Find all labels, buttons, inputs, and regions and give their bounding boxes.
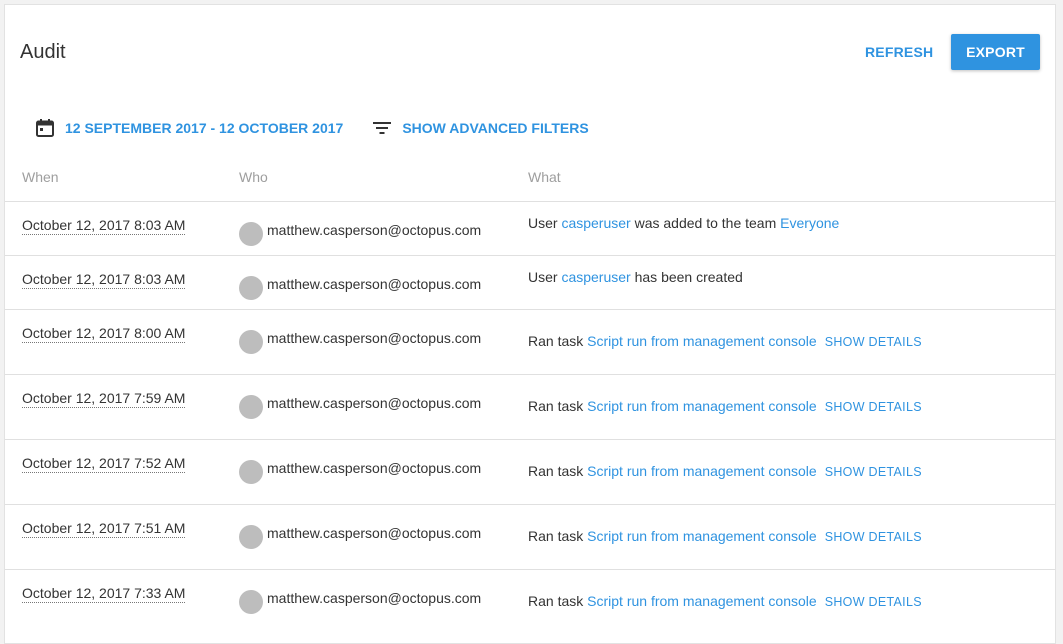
column-header-what: What <box>528 169 561 185</box>
user-email: matthew.casperson@octopus.com <box>267 525 482 541</box>
calendar-icon <box>34 117 56 139</box>
event-middle: has been created <box>630 269 743 285</box>
event-time[interactable]: October 12, 2017 7:59 AM <box>22 389 186 408</box>
advanced-filters-toggle[interactable]: SHOW ADVANCED FILTERS <box>371 117 589 139</box>
filter-list-icon <box>371 117 393 139</box>
user-email: matthew.casperson@octopus.com <box>267 395 482 411</box>
event-user: matthew.casperson@octopus.com <box>239 214 481 246</box>
event-prefix: Ran task <box>528 398 588 414</box>
audit-table: October 12, 2017 8:03 AM matthew.caspers… <box>5 201 1055 634</box>
event-description: Ran task Script run from management cons… <box>528 591 922 612</box>
table-row: October 12, 2017 7:33 AM matthew.caspers… <box>5 569 1055 634</box>
event-time[interactable]: October 12, 2017 7:51 AM <box>22 519 186 538</box>
table-row: October 12, 2017 8:03 AM matthew.caspers… <box>5 201 1055 255</box>
avatar <box>239 590 263 614</box>
show-details-button[interactable]: SHOW DETAILS <box>825 530 922 544</box>
audit-card: Audit REFRESH EXPORT 12 SEPTEMBER 2017 -… <box>4 4 1056 644</box>
event-user: matthew.casperson@octopus.com <box>239 387 481 419</box>
event-user: matthew.casperson@octopus.com <box>239 452 481 484</box>
column-header-when: When <box>22 169 59 185</box>
event-description: Ran task Script run from management cons… <box>528 526 922 547</box>
user-link[interactable]: casperuser <box>561 215 630 231</box>
user-email: matthew.casperson@octopus.com <box>267 460 482 476</box>
date-range-label: 12 SEPTEMBER 2017 - 12 OCTOBER 2017 <box>65 120 344 136</box>
event-description: Ran task Script run from management cons… <box>528 331 922 352</box>
table-row: October 12, 2017 8:00 AM matthew.caspers… <box>5 309 1055 374</box>
page-title: Audit <box>20 41 66 63</box>
show-details-button[interactable]: SHOW DETAILS <box>825 595 922 609</box>
event-user: matthew.casperson@octopus.com <box>239 268 481 300</box>
event-time[interactable]: October 12, 2017 7:33 AM <box>22 584 186 603</box>
date-range-picker[interactable]: 12 SEPTEMBER 2017 - 12 OCTOBER 2017 <box>34 117 343 139</box>
avatar <box>239 276 263 300</box>
event-prefix: User <box>528 215 562 231</box>
event-description: User casperuser has been created <box>528 267 743 287</box>
event-middle: was added to the team <box>630 215 781 231</box>
show-details-button[interactable]: SHOW DETAILS <box>825 335 922 349</box>
user-email: matthew.casperson@octopus.com <box>267 590 482 606</box>
event-time[interactable]: October 12, 2017 8:00 AM <box>22 324 186 343</box>
avatar <box>239 395 263 419</box>
event-prefix: Ran task <box>528 593 588 609</box>
event-user: matthew.casperson@octopus.com <box>239 322 481 354</box>
event-description: User casperuser was added to the team Ev… <box>528 213 839 233</box>
team-link[interactable]: Everyone <box>780 215 839 231</box>
event-prefix: Ran task <box>528 528 588 544</box>
event-user: matthew.casperson@octopus.com <box>239 517 481 549</box>
table-row: October 12, 2017 7:52 AM matthew.caspers… <box>5 439 1055 504</box>
event-time[interactable]: October 12, 2017 8:03 AM <box>22 216 186 235</box>
event-time[interactable]: October 12, 2017 7:52 AM <box>22 454 186 473</box>
task-link[interactable]: Script run from management console <box>587 593 817 609</box>
event-time[interactable]: October 12, 2017 8:03 AM <box>22 270 186 289</box>
avatar <box>239 525 263 549</box>
export-button[interactable]: EXPORT <box>951 34 1040 70</box>
user-link[interactable]: casperuser <box>561 269 630 285</box>
event-description: Ran task Script run from management cons… <box>528 396 922 417</box>
show-details-button[interactable]: SHOW DETAILS <box>825 400 922 414</box>
filter-bar: 12 SEPTEMBER 2017 - 12 OCTOBER 2017 SHOW… <box>34 116 589 140</box>
task-link[interactable]: Script run from management console <box>587 333 817 349</box>
avatar <box>239 460 263 484</box>
table-row: October 12, 2017 7:59 AM matthew.caspers… <box>5 374 1055 439</box>
event-prefix: Ran task <box>528 463 588 479</box>
advanced-filters-label: SHOW ADVANCED FILTERS <box>402 120 589 136</box>
task-link[interactable]: Script run from management console <box>587 528 817 544</box>
event-prefix: User <box>528 269 562 285</box>
refresh-button[interactable]: REFRESH <box>865 40 933 64</box>
user-email: matthew.casperson@octopus.com <box>267 222 482 238</box>
column-header-who: Who <box>239 169 268 185</box>
event-prefix: Ran task <box>528 333 588 349</box>
show-details-button[interactable]: SHOW DETAILS <box>825 465 922 479</box>
user-email: matthew.casperson@octopus.com <box>267 330 482 346</box>
task-link[interactable]: Script run from management console <box>587 463 817 479</box>
avatar <box>239 222 263 246</box>
table-row: October 12, 2017 7:51 AM matthew.caspers… <box>5 504 1055 569</box>
event-description: Ran task Script run from management cons… <box>528 461 922 482</box>
task-link[interactable]: Script run from management console <box>587 398 817 414</box>
event-user: matthew.casperson@octopus.com <box>239 582 481 614</box>
avatar <box>239 330 263 354</box>
table-row: October 12, 2017 8:03 AM matthew.caspers… <box>5 255 1055 309</box>
user-email: matthew.casperson@octopus.com <box>267 276 482 292</box>
